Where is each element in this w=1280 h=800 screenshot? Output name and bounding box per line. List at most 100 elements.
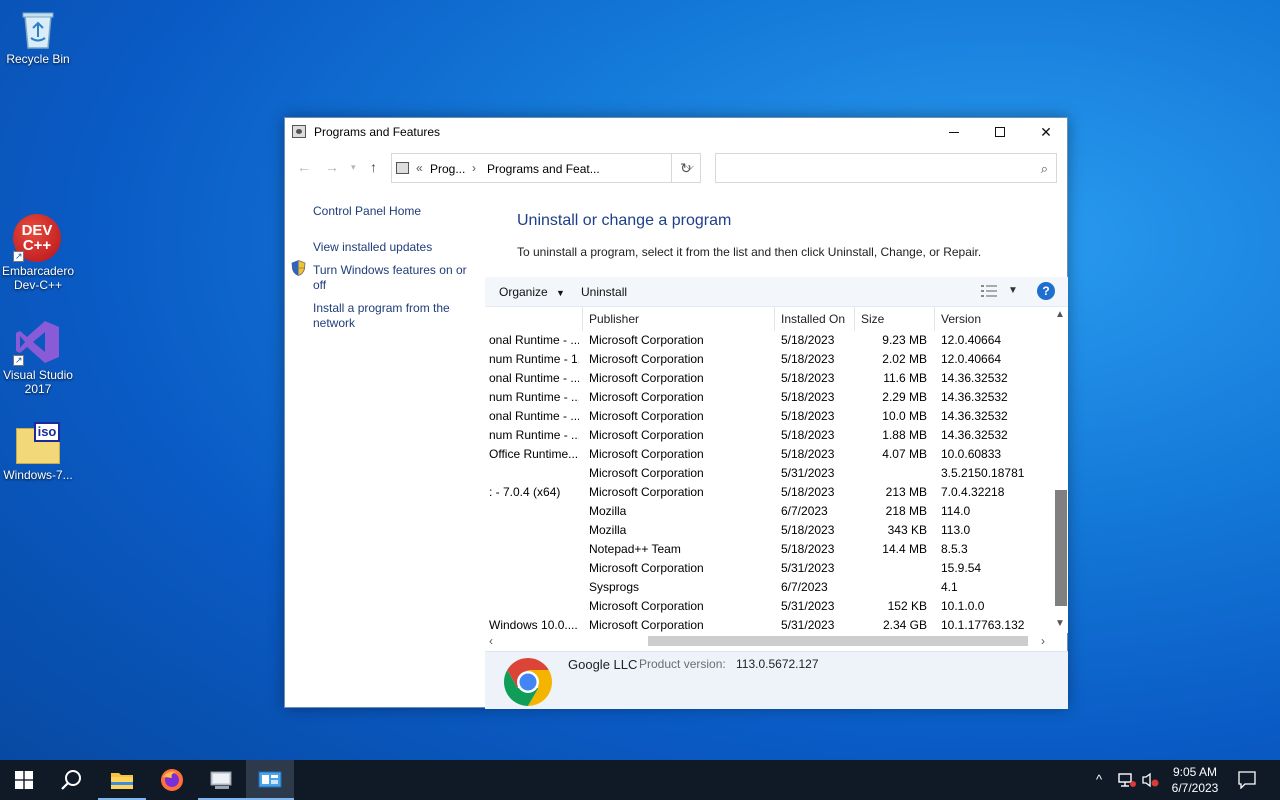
- desktop-icon-visual-studio[interactable]: Visual Studio 2017: [0, 318, 76, 396]
- column-divider[interactable]: [774, 307, 775, 331]
- cell-publisher: Microsoft Corporation: [589, 561, 704, 575]
- cell-size: 2.29 MB: [882, 390, 927, 404]
- cell-size: 2.34 GB: [882, 618, 927, 632]
- search-input[interactable]: [722, 155, 1022, 181]
- column-divider[interactable]: [582, 307, 583, 331]
- details-product-version: 113.0.5672.127: [736, 657, 819, 671]
- close-button[interactable]: ✕: [1023, 118, 1069, 146]
- cell-installed-on: 5/18/2023: [781, 428, 835, 442]
- cell-version: 10.1.17763.132: [941, 618, 1025, 632]
- help-icon[interactable]: ?: [1037, 282, 1055, 300]
- iso-label: iso: [34, 422, 60, 442]
- cell-version: 113.0: [941, 523, 971, 537]
- column-header-installed-on[interactable]: Installed On: [781, 312, 845, 326]
- taskbar-clock[interactable]: 9:05 AM 6/7/2023: [1162, 764, 1228, 796]
- volume-muted-icon[interactable]: [1142, 772, 1160, 788]
- search-box[interactable]: ⌕: [715, 153, 1057, 183]
- column-divider[interactable]: [854, 307, 855, 331]
- table-row[interactable]: Sysprogs 6/7/2023 4.1: [485, 578, 1053, 597]
- table-row[interactable]: onal Runtime - ... Microsoft Corporation 5…: [485, 407, 1053, 426]
- sidebar-turn-windows-features[interactable]: Turn Windows features on or off: [313, 263, 473, 293]
- folder-icon: [111, 773, 133, 789]
- cell-installed-on: 5/31/2023: [781, 466, 835, 480]
- taskbar-system-app[interactable]: [198, 760, 246, 800]
- horizontal-scrollbar[interactable]: ‹ ›: [485, 633, 1053, 648]
- column-header-publisher[interactable]: Publisher: [589, 312, 639, 326]
- vertical-scrollbar[interactable]: ▲ ▼: [1053, 307, 1068, 633]
- up-arrow-icon[interactable]: ↑: [370, 159, 377, 175]
- minimize-button[interactable]: [931, 118, 977, 146]
- column-divider[interactable]: [934, 307, 935, 331]
- scroll-down-icon[interactable]: ▼: [1055, 618, 1065, 629]
- desktop-icon-label: Recycle Bin: [6, 52, 70, 66]
- table-row[interactable]: Microsoft Corporation 5/31/2023 3.5.2150.1…: [485, 464, 1053, 483]
- cell-size: 9.23 MB: [882, 333, 927, 347]
- taskbar-control-panel[interactable]: [246, 760, 294, 800]
- desktop-icon-windows-iso[interactable]: iso Windows-7...: [0, 422, 76, 482]
- cell-version: 10.0.60833: [941, 447, 1002, 461]
- firefox-icon: [161, 769, 183, 791]
- breadcrumb-programs[interactable]: Prog...: [430, 162, 465, 176]
- table-row[interactable]: Microsoft Corporation 5/31/2023 152 KB 10.1…: [485, 597, 1053, 616]
- command-bar: Organize ▼ Uninstall ▼ ?: [485, 277, 1068, 307]
- control-panel-location-icon: [396, 162, 409, 174]
- address-bar[interactable]: « Prog... › Programs and Feat... ⌵: [391, 153, 701, 183]
- cell-publisher: Microsoft Corporation: [589, 371, 704, 385]
- desktop-icon-devcpp[interactable]: DEV C++ Embarcadero Dev-C++: [0, 214, 76, 292]
- table-row[interactable]: num Runtime - ... Microsoft Corporation 5/…: [485, 426, 1053, 445]
- cell-size: 10.0 MB: [882, 409, 927, 423]
- table-row[interactable]: : - 7.0.4 (x64) Microsoft Corporation 5/18…: [485, 483, 1053, 502]
- table-row[interactable]: Microsoft Corporation 5/31/2023 15.9.54: [485, 559, 1053, 578]
- cell-publisher: Microsoft Corporation: [589, 447, 704, 461]
- organize-label: Organize: [499, 285, 548, 299]
- sidebar-view-installed-updates[interactable]: View installed updates: [313, 240, 473, 255]
- cell-size: 1.88 MB: [882, 428, 927, 442]
- taskbar-file-explorer[interactable]: [98, 760, 146, 800]
- sidebar-control-panel-home[interactable]: Control Panel Home: [313, 204, 473, 219]
- show-hidden-icons-icon[interactable]: ^: [1096, 772, 1102, 787]
- search-taskbar-button[interactable]: [48, 760, 96, 800]
- maximize-button[interactable]: [977, 118, 1023, 146]
- column-header-size[interactable]: Size: [861, 312, 884, 326]
- desktop-icon-recycle-bin[interactable]: Recycle Bin: [0, 8, 76, 66]
- back-arrow-icon[interactable]: ←: [297, 159, 311, 175]
- forward-arrow-icon[interactable]: →: [325, 159, 339, 175]
- scroll-left-icon[interactable]: ‹: [489, 634, 493, 648]
- windows-logo-icon: [15, 771, 33, 789]
- cell-size: 218 MB: [885, 504, 927, 518]
- search-icon: ⌕: [1040, 161, 1048, 176]
- network-icon[interactable]: [1118, 772, 1136, 788]
- cell-publisher: Mozilla: [589, 504, 627, 518]
- start-button[interactable]: [0, 760, 48, 800]
- view-dropdown-icon[interactable]: ▼: [1008, 285, 1018, 296]
- breadcrumb-programs-and-features[interactable]: Programs and Feat...: [487, 162, 600, 176]
- table-row[interactable]: Office Runtime... Microsoft Corporation 5/…: [485, 445, 1053, 464]
- organize-button[interactable]: Organize ▼: [499, 285, 565, 299]
- cell-installed-on: 6/7/2023: [781, 504, 828, 518]
- breadcrumb-overflow[interactable]: «: [416, 161, 423, 175]
- action-center-icon[interactable]: [1238, 771, 1256, 789]
- table-row[interactable]: onal Runtime - ... Microsoft Corporation 5…: [485, 331, 1053, 350]
- table-row[interactable]: num Runtime - ... Microsoft Corporation 5/…: [485, 388, 1053, 407]
- table-row[interactable]: onal Runtime - ... Microsoft Corporation 5…: [485, 369, 1053, 388]
- table-row[interactable]: Mozilla 6/7/2023 218 MB 114.0: [485, 502, 1053, 521]
- table-row[interactable]: Notepad++ Team 5/18/2023 14.4 MB 8.5.3: [485, 540, 1053, 559]
- desktop-icon-label: Embarcadero Dev-C++: [1, 264, 75, 292]
- cell-publisher: Microsoft Corporation: [589, 485, 704, 499]
- table-row[interactable]: Mozilla 5/18/2023 343 KB 113.0: [485, 521, 1053, 540]
- recent-dropdown-icon[interactable]: ▾: [351, 162, 356, 173]
- visual-studio-icon: [13, 318, 63, 367]
- title-bar[interactable]: Programs and Features ✕: [285, 118, 1067, 146]
- horizontal-scroll-thumb[interactable]: [648, 636, 1028, 646]
- scroll-up-icon[interactable]: ▲: [1055, 309, 1065, 320]
- scroll-right-icon[interactable]: ›: [1041, 634, 1045, 648]
- vertical-scroll-thumb[interactable]: [1055, 490, 1067, 606]
- uninstall-button[interactable]: Uninstall: [581, 285, 627, 299]
- refresh-button[interactable]: ↻: [671, 153, 701, 183]
- sidebar-install-from-network[interactable]: Install a program from the network: [313, 301, 473, 331]
- table-row[interactable]: num Runtime - 1... Microsoft Corporation 5…: [485, 350, 1053, 369]
- column-header-version[interactable]: Version: [941, 312, 981, 326]
- taskbar-firefox[interactable]: [148, 760, 196, 800]
- view-options-icon[interactable]: [981, 285, 997, 297]
- table-row[interactable]: Windows 10.0.... Microsoft Corporation 5/3…: [485, 616, 1053, 633]
